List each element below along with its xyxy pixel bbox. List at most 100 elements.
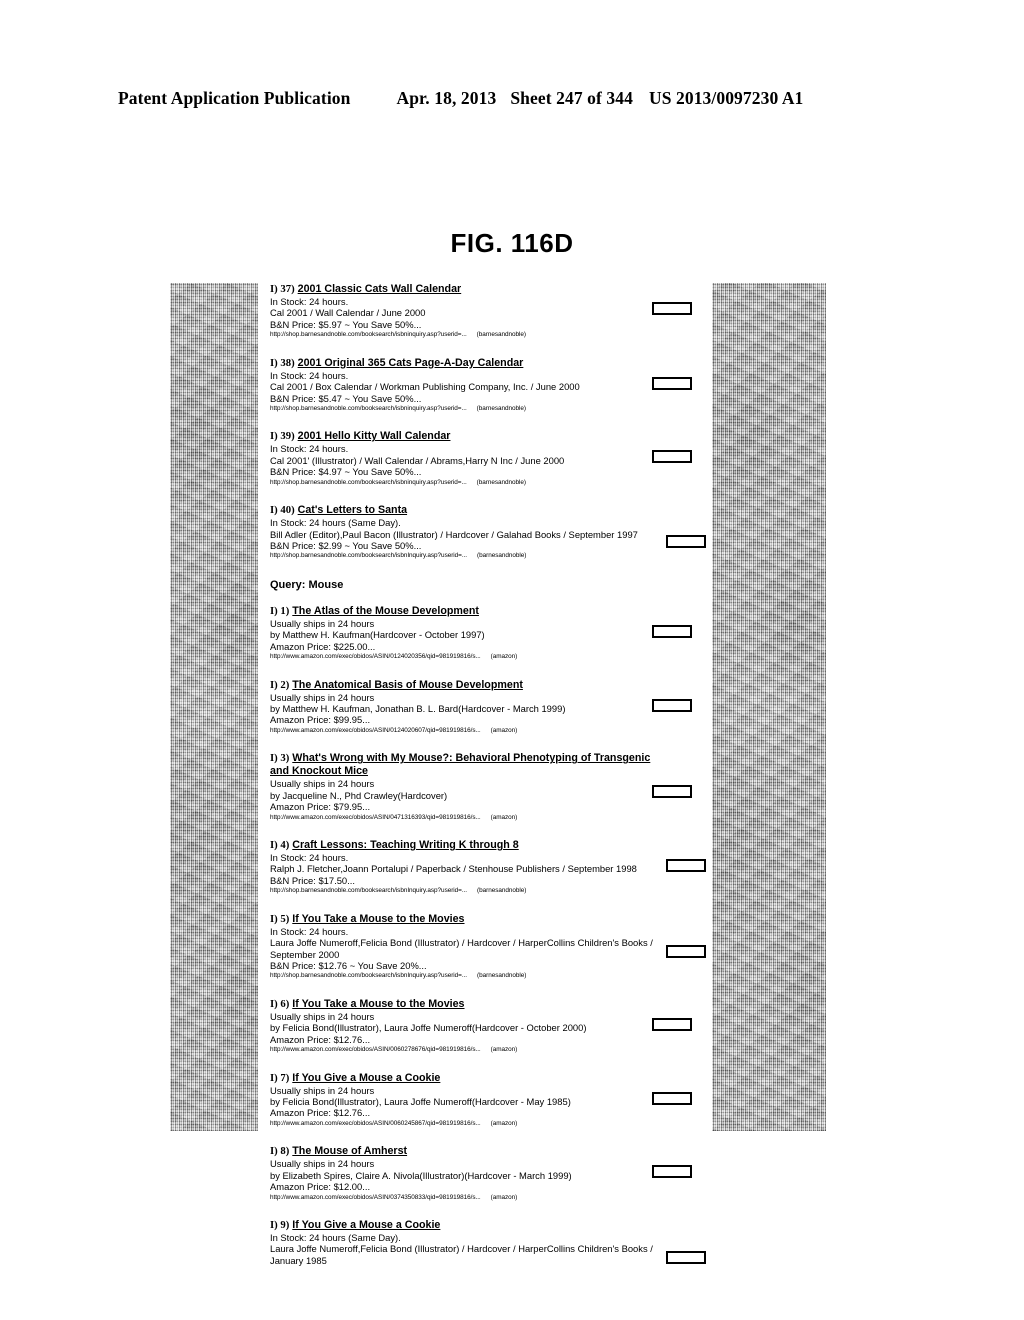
entry-title-line: I) 4) Craft Lessons: Teaching Writing K …: [270, 839, 690, 852]
callout-box: [652, 450, 692, 464]
entry-spacer: [270, 340, 690, 357]
entry-url-line: http://shop.barnesandnoble.com/booksearc…: [270, 478, 690, 488]
entry-url[interactable]: http://www.amazon.com/exec/obidos/ASIN/0…: [270, 1046, 481, 1053]
entry-title[interactable]: If You Give a Mouse a Cookie: [292, 1072, 440, 1084]
entry-details: by Matthew H. Kaufman, Jonathan B. L. Ba…: [270, 703, 566, 714]
entry-title-line: I) 7) If You Give a Mouse a Cookie: [270, 1072, 690, 1085]
entry-details: by Jacqueline N., Phd Crawley(Hardcover): [270, 789, 448, 801]
entry-title-line: I) 1) The Atlas of the Mouse Development: [270, 605, 690, 618]
entry-title-line: I) 3) What's Wrong with My Mouse?: Behav…: [270, 752, 670, 778]
entry-index: I) 2): [270, 678, 290, 691]
scan-noise-left-band: [170, 283, 258, 1131]
entry-url-line: http://www.amazon.com/exec/obidos/ASIN/0…: [270, 813, 690, 823]
entry-index: I) 4): [270, 839, 290, 852]
entry-price: B&N Price: $5.47 ~ You Save 50%...: [270, 392, 422, 404]
entry-spacer: [270, 561, 690, 578]
result-entry: I) 40) Cat's Letters to Santa In Stock: …: [270, 504, 706, 561]
result-entry: I) 4) Craft Lessons: Teaching Writing K …: [270, 839, 706, 896]
callout-box: [666, 944, 706, 958]
entry-url[interactable]: http://shop.barnesandnoble.com/booksearc…: [270, 887, 467, 894]
callout-box: [652, 785, 692, 799]
result-entry: I) 7) If You Give a Mouse a Cookie Usual…: [270, 1072, 692, 1129]
result-entry: I) 6) If You Take a Mouse to the Movies …: [270, 997, 692, 1055]
entry-price: Amazon Price: $79.95...: [270, 801, 371, 813]
entry-title[interactable]: The Anatomical Basis of Mouse Developmen…: [292, 679, 523, 691]
patent-number: US 2013/0097230 A1: [648, 88, 804, 108]
entry-spacer: [270, 592, 690, 605]
result-entry: I) 2) The Anatomical Basis of Mouse Deve…: [270, 678, 692, 736]
entry-url-line: http://shop.barnesandnoble.com/booksearc…: [270, 404, 690, 414]
result-entry: I) 9) If You Give a Mouse a Cookie In St…: [270, 1219, 706, 1266]
entry-title[interactable]: The Mouse of Amherst: [292, 1145, 407, 1157]
entry-price: Amazon Price: $12.00...: [270, 1181, 371, 1193]
entry-url[interactable]: http://shop.barnesandnoble.com/booksearc…: [270, 552, 467, 559]
callout-box: [652, 698, 692, 712]
callout-box: [666, 859, 706, 873]
entry-index: I) 37): [270, 283, 295, 295]
entry-title[interactable]: If You Take a Mouse to the Movies: [292, 998, 464, 1010]
entry-index: I) 39): [270, 430, 295, 443]
entry-availability: Usually ships in 24 hours: [270, 1084, 375, 1096]
entry-source: (amazon): [490, 813, 518, 821]
page-header: Patent Application Publication Apr. 18, …: [118, 88, 908, 109]
entry-availability: In Stock: 24 hours (Same Day).: [270, 517, 401, 529]
search-results-list: I) 37) 2001 Classic Cats Wall Calendar I…: [270, 283, 706, 1266]
entry-source: (amazon): [490, 1046, 518, 1054]
entry-url[interactable]: http://shop.barnesandnoble.com/booksearc…: [270, 972, 467, 979]
callout-box: [652, 1165, 692, 1179]
entry-title[interactable]: 2001 Original 365 Cats Page-A-Day Calend…: [298, 357, 524, 369]
entry-title[interactable]: Craft Lessons: Teaching Writing K throug…: [292, 839, 518, 851]
entry-url-line: http://shop.barnesandnoble.com/booksearc…: [270, 551, 690, 561]
entry-source: (barnesandnoble): [476, 478, 526, 486]
entry-price: B&N Price: $4.97 ~ You Save 50%...: [270, 466, 422, 478]
entry-title[interactable]: 2001 Classic Cats Wall Calendar: [298, 283, 462, 295]
publication-date: Apr. 18, 2013: [396, 88, 497, 108]
entry-index: I) 8): [270, 1145, 290, 1158]
entry-url-line: http://www.amazon.com/exec/obidos/ASIN/0…: [270, 1045, 690, 1055]
entry-url[interactable]: http://shop.barnesandnoble.com/booksearc…: [270, 331, 467, 338]
entry-spacer: [270, 1202, 690, 1219]
entry-title[interactable]: If You Take a Mouse to the Movies: [292, 913, 464, 925]
entry-url-line: http://www.amazon.com/exec/obidos/ASIN/0…: [270, 1193, 690, 1203]
scan-noise-right-band: [712, 283, 826, 1131]
entry-title[interactable]: What's Wrong with My Mouse?: Behavioral …: [270, 752, 650, 777]
result-entry: I) 37) 2001 Classic Cats Wall Calendar I…: [270, 283, 692, 340]
entry-price: B&N Price: $2.99 ~ You Save 50%...: [270, 539, 422, 551]
entry-index: I) 5): [270, 912, 290, 925]
entry-availability: Usually ships in 24 hours: [270, 778, 375, 790]
entry-source: (barnesandnoble): [477, 552, 527, 560]
entry-details: Cal 2001 / Wall Calendar / June 2000: [270, 307, 426, 319]
entry-details: Ralph J. Fletcher,Joann Portalupi / Pape…: [270, 863, 637, 875]
entry-url[interactable]: http://www.amazon.com/exec/obidos/ASIN/0…: [270, 814, 481, 821]
entry-spacer: [270, 896, 690, 913]
result-entry: I) 38) 2001 Original 365 Cats Page-A-Day…: [270, 357, 692, 414]
entry-details: Laura Joffe Numeroff,Felicia Bond (Illus…: [270, 937, 653, 960]
result-entry: I) 5) If You Take a Mouse to the Movies …: [270, 912, 706, 981]
entry-details: by Elizabeth Spires, Claire A. Nivola(Il…: [270, 1169, 572, 1181]
entry-availability: In Stock: 24 hours.: [270, 369, 349, 381]
entry-url[interactable]: http://shop.barnesandnoble.com/booksearc…: [270, 479, 467, 486]
query-heading: Query: Mouse: [270, 578, 344, 591]
entry-availability: Usually ships in 24 hours: [270, 691, 375, 703]
entry-title[interactable]: 2001 Hello Kitty Wall Calendar: [298, 430, 451, 442]
publication-title: Patent Application Publication: [118, 88, 351, 108]
entry-url[interactable]: http://shop.barnesandnoble.com/booksearc…: [270, 405, 467, 412]
entry-url[interactable]: http://www.amazon.com/exec/obidos/ASIN/0…: [270, 1120, 481, 1127]
entry-spacer: [270, 413, 690, 430]
entry-url[interactable]: http://www.amazon.com/exec/obidos/ASIN/0…: [270, 1194, 481, 1201]
entry-source: (amazon): [490, 1119, 518, 1127]
entry-index: I) 6): [270, 997, 290, 1010]
entry-availability: Usually ships in 24 hours: [270, 1010, 375, 1022]
entry-index: I) 9): [270, 1219, 290, 1232]
entry-url[interactable]: http://www.amazon.com/exec/obidos/ASIN/0…: [270, 653, 481, 660]
entry-source: (amazon): [490, 726, 518, 734]
entry-availability: In Stock: 24 hours.: [270, 925, 349, 937]
entry-url[interactable]: http://www.amazon.com/exec/obidos/ASIN/0…: [270, 727, 481, 734]
entry-source: (barnesandnoble): [477, 972, 527, 980]
entry-details: Laura Joffe Numeroff,Felicia Bond (Illus…: [270, 1243, 653, 1266]
result-entry: I) 3) What's Wrong with My Mouse?: Behav…: [270, 752, 692, 823]
entry-title-line: I) 9) If You Give a Mouse a Cookie: [270, 1219, 690, 1232]
entry-title[interactable]: Cat's Letters to Santa: [298, 504, 407, 516]
entry-title[interactable]: If You Give a Mouse a Cookie: [292, 1219, 440, 1231]
entry-title[interactable]: The Atlas of the Mouse Development: [292, 605, 479, 617]
